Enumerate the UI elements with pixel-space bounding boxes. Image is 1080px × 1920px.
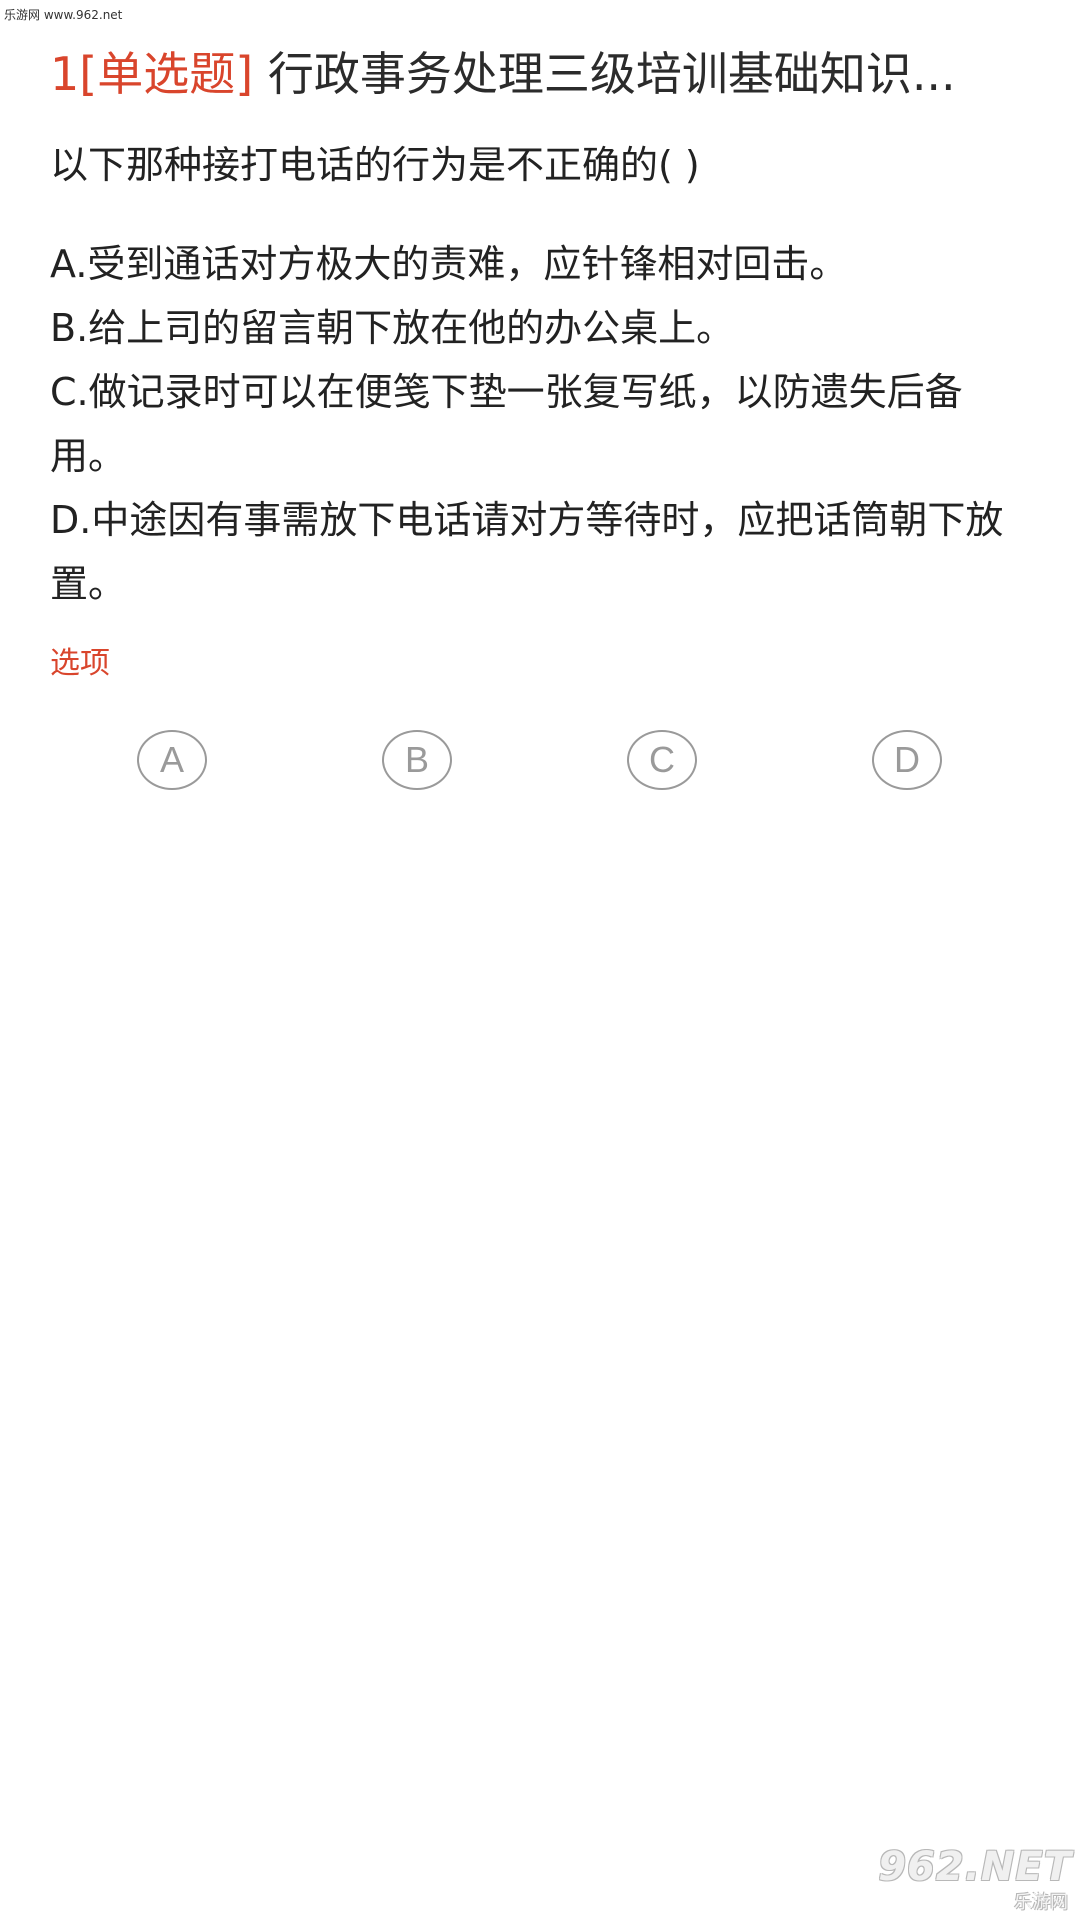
watermark-logo-sub: 乐游网 [1014, 1892, 1068, 1913]
option-list: A.受到通话对方极大的责难，应针锋相对回击。 B.给上司的留言朝下放在他的办公桌… [50, 232, 1030, 616]
watermark-top: 乐游网 www.962.net [4, 8, 123, 22]
question-text: 以下那种接打电话的行为是不正确的( ) [50, 143, 700, 187]
choice-c-button[interactable]: C [627, 730, 697, 790]
watermark-logo-main: 962.NET [878, 1844, 1072, 1890]
question-category: 行政事务处理三级培训基础知识... [267, 47, 956, 101]
option-b-text: B.给上司的留言朝下放在他的办公桌上。 [50, 306, 735, 350]
choice-d-button[interactable]: D [872, 730, 942, 790]
choice-b-button[interactable]: B [382, 730, 452, 790]
watermark-logo: 962.NET 乐游网 [878, 1844, 1072, 1914]
option-c-text: C.做记录时可以在便笺下垫一张复写纸，以防遗失后备用。 [50, 370, 963, 478]
option-a-text: A.受到通话对方极大的责难，应针锋相对回击。 [50, 242, 848, 286]
question-type: [单选题] [79, 47, 254, 101]
question-number: 1 [50, 47, 80, 101]
question-title: 1[单选题] 行政事务处理三级培训基础知识... [50, 44, 1040, 104]
option-d-text: D.中途因有事需放下电话请对方等待时，应把话筒朝下放置。 [50, 498, 1004, 606]
answer-choices: A B C D [0, 730, 1080, 800]
choice-a-button[interactable]: A [137, 730, 207, 790]
choices-section-label: 选项 [50, 646, 110, 681]
